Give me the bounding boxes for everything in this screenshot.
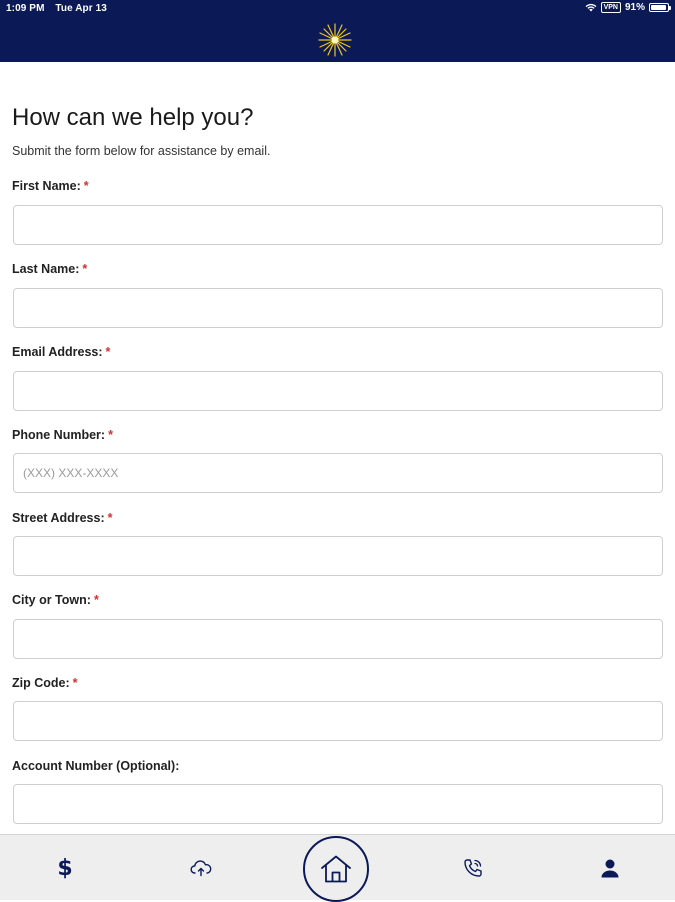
required-marker: * xyxy=(107,511,113,525)
phone-icon xyxy=(464,859,482,877)
battery-level-fill xyxy=(651,5,666,10)
zip-code-label: Zip Code: * xyxy=(12,676,78,690)
battery-icon xyxy=(649,3,671,12)
wifi-icon xyxy=(585,3,596,12)
phone-field[interactable] xyxy=(13,453,663,493)
street-address-field[interactable] xyxy=(13,536,663,576)
required-marker: * xyxy=(83,179,89,193)
account-number-field[interactable] xyxy=(13,784,663,824)
tab-contact[interactable] xyxy=(443,835,503,901)
tab-home[interactable] xyxy=(303,836,369,902)
required-marker: * xyxy=(108,428,113,442)
email-label: Email Address: * xyxy=(12,345,111,359)
status-date: Tue Apr 13 xyxy=(55,3,107,14)
tab-payments[interactable]: $ xyxy=(35,835,95,901)
phone-label: Phone Number: * xyxy=(12,428,113,442)
status-time: 1:09 PM xyxy=(6,3,45,14)
street-address-label: Street Address: * xyxy=(12,511,113,525)
help-form: How can we help you? Submit the form bel… xyxy=(0,62,675,834)
vpn-badge: VPN xyxy=(600,2,621,13)
app-header: 1:09 PM Tue Apr 13 VPN 91% xyxy=(0,0,675,62)
dollar-icon: $ xyxy=(57,855,73,881)
required-marker: * xyxy=(105,345,111,359)
page-title: How can we help you? xyxy=(12,104,254,131)
zip-code-field[interactable] xyxy=(13,701,663,741)
tab-account[interactable] xyxy=(580,835,640,901)
city-field[interactable] xyxy=(13,619,663,659)
last-name-label: Last Name: * xyxy=(12,262,88,276)
first-name-field[interactable] xyxy=(13,205,663,245)
page-subtitle: Submit the form below for assistance by … xyxy=(12,144,271,158)
status-bar-left: 1:09 PM Tue Apr 13 xyxy=(6,3,115,14)
first-name-label: First Name: * xyxy=(12,179,89,193)
required-marker: * xyxy=(82,262,88,276)
sunburst-logo-icon xyxy=(318,23,352,57)
required-marker: * xyxy=(72,676,78,690)
user-icon xyxy=(601,859,619,878)
city-label: City or Town: * xyxy=(12,593,99,607)
email-field[interactable] xyxy=(13,371,663,411)
account-number-label: Account Number (Optional): xyxy=(12,759,180,773)
required-marker: * xyxy=(93,593,99,607)
tab-outages[interactable] xyxy=(171,835,231,901)
last-name-field[interactable] xyxy=(13,288,663,328)
status-bar-right: VPN 91% xyxy=(585,2,671,13)
cloud-upload-icon xyxy=(190,860,212,877)
home-icon xyxy=(321,855,351,883)
battery-percent: 91% xyxy=(624,2,645,13)
